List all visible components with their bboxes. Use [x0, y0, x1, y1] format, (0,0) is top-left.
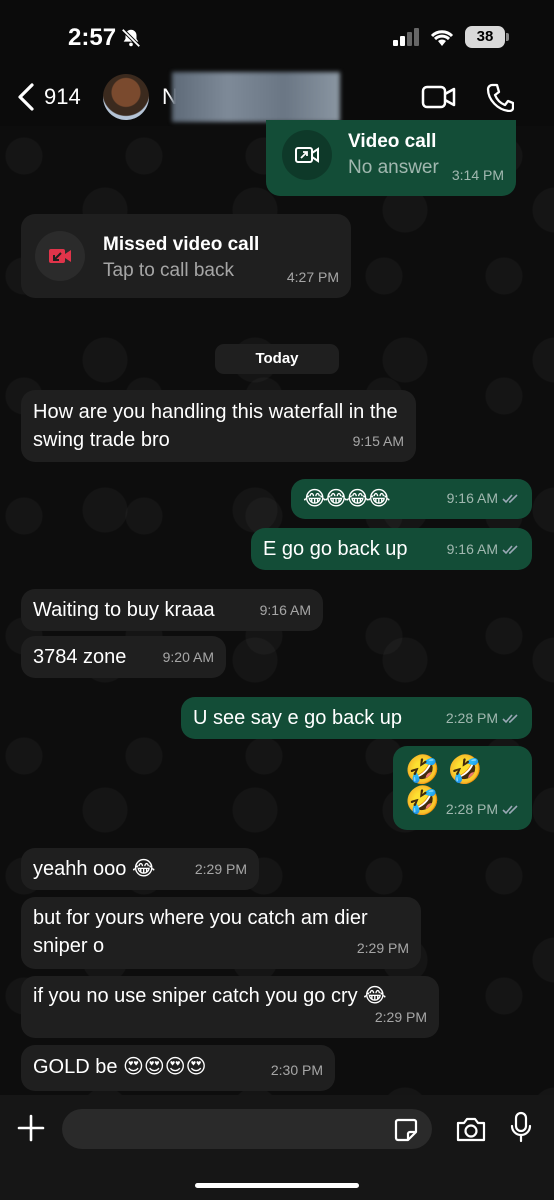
message-text: yeahh ooo 😂 [33, 858, 156, 880]
message-bubble-incoming[interactable]: GOLD be 😍😍😍😍 2:30 PM [21, 1045, 335, 1091]
message-bubble-outgoing[interactable]: U see say e go back up 2:28 PM [181, 697, 532, 739]
call-icon-wrap [282, 130, 332, 180]
message-bubble-incoming[interactable]: yeahh ooo 😂 2:29 PM [21, 848, 259, 890]
message-meta: 2:28 PM [446, 795, 520, 823]
status-bar: 2:57 38 [0, 0, 554, 74]
camera-icon[interactable] [455, 1115, 487, 1143]
call-event-outgoing[interactable]: Video call No answer 3:14 PM [266, 120, 516, 196]
message-time: 2:28 PM [445, 801, 498, 817]
message-text: 3784 zone [33, 646, 127, 668]
battery-indicator: 38 [465, 26, 505, 48]
chat-header: 914 N [0, 70, 554, 126]
call-event-missed[interactable]: Missed video call Tap to call back 4:27 … [21, 214, 351, 298]
wifi-icon [430, 30, 454, 46]
message-bubble-outgoing[interactable]: 🤣 🤣 🤣 2:28 PM [393, 746, 532, 830]
video-call-outgoing-icon [295, 147, 319, 163]
avatar[interactable] [103, 74, 149, 120]
message-input[interactable] [62, 1109, 432, 1149]
double-check-icon [502, 805, 518, 815]
chevron-left-icon[interactable] [15, 82, 37, 112]
call-icon-wrap [35, 231, 85, 281]
double-check-icon [502, 714, 518, 724]
message-text: if you no use sniper catch you go cry 😂 [33, 985, 387, 1007]
battery-cap [506, 33, 509, 41]
message-bubble-incoming[interactable]: but for yours where you catch am dier sn… [21, 897, 421, 969]
signal-icon [393, 28, 419, 46]
message-text: 😂😂😂😂 [303, 488, 390, 510]
message-text: but for yours where you catch am dier sn… [33, 907, 368, 957]
message-time: 2:29 PM [194, 861, 247, 877]
missed-video-call-icon [49, 249, 71, 263]
redacted-name [172, 72, 340, 122]
message-time: 3:14 PM [451, 167, 504, 183]
message-bubble-incoming[interactable]: Waiting to buy kraaa 9:16 AM [21, 589, 323, 631]
call-title: Missed video call [103, 234, 260, 255]
message-meta: 2:28 PM [446, 704, 520, 732]
message-bubble-outgoing[interactable]: 😂😂😂😂 9:16 AM [291, 479, 532, 519]
double-check-icon [502, 494, 518, 504]
message-time: 2:30 PM [270, 1062, 323, 1078]
microphone-icon[interactable] [510, 1111, 532, 1143]
message-bubble-incoming[interactable]: How are you handling this waterfall in t… [21, 390, 416, 462]
call-title: Video call [348, 131, 437, 152]
message-time: 4:27 PM [286, 269, 339, 285]
message-time: 9:15 AM [352, 433, 404, 449]
unread-count[interactable]: 914 [44, 84, 81, 110]
home-indicator [195, 1183, 359, 1188]
composer-bar [0, 1095, 554, 1200]
message-bubble-incoming[interactable]: if you no use sniper catch you go cry 😂 … [21, 976, 439, 1038]
phone-icon[interactable] [486, 82, 514, 112]
date-divider: Today [215, 344, 339, 374]
message-time: 9:16 AM [259, 602, 311, 618]
message-text: GOLD be 😍😍😍😍 [33, 1056, 207, 1078]
message-time: 2:29 PM [374, 1009, 427, 1025]
bell-muted-icon [121, 28, 141, 48]
message-time: 9:20 AM [162, 649, 214, 665]
message-time: 2:28 PM [445, 710, 498, 726]
status-time: 2:57 [68, 24, 117, 51]
message-time: 2:29 PM [356, 940, 409, 956]
message-time: 9:16 AM [446, 490, 498, 506]
plus-icon[interactable] [16, 1113, 46, 1143]
message-meta: 9:16 AM [447, 484, 520, 512]
video-camera-icon[interactable] [421, 84, 457, 110]
message-text: E go go back up [263, 538, 408, 560]
double-check-icon [502, 545, 518, 555]
message-text: U see say e go back up [193, 707, 403, 729]
message-meta: 9:16 AM [447, 535, 520, 563]
message-bubble-incoming[interactable]: 3784 zone 9:20 AM [21, 636, 226, 678]
message-time: 9:16 AM [446, 541, 498, 557]
call-subtitle: Tap to call back [103, 260, 234, 281]
message-bubble-outgoing[interactable]: E go go back up 9:16 AM [251, 528, 532, 570]
message-text: Waiting to buy kraaa [33, 599, 215, 621]
sticker-icon[interactable] [393, 1117, 419, 1143]
call-subtitle: No answer [348, 157, 439, 178]
